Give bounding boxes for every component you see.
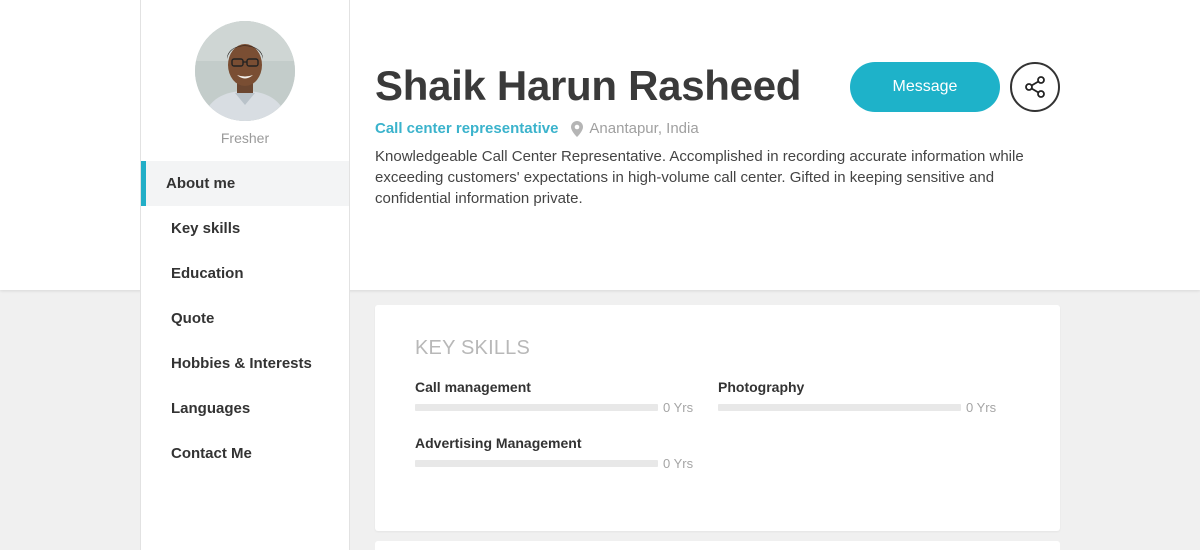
location-text: Anantapur, India [589, 120, 699, 137]
skill-name: Call management [415, 379, 531, 395]
profile-page: Fresher About me Key skills Education Qu… [0, 0, 1200, 550]
skill-name: Advertising Management [415, 435, 582, 451]
skill-name: Photography [718, 379, 805, 395]
sidebar-item-education[interactable]: Education [141, 251, 349, 296]
sidebar: Fresher About me Key skills Education Qu… [140, 0, 350, 550]
key-skills-card: KEY SKILLS Call management 0 Yrs Photogr… [375, 305, 1060, 531]
job-title[interactable]: Call center representative [375, 120, 558, 137]
sidebar-item-about-me[interactable]: About me [141, 161, 349, 206]
role-line: Call center representative Anantapur, In… [375, 120, 699, 137]
avatar [195, 21, 295, 121]
skill-item: Call management 0 Yrs [415, 379, 695, 415]
skill-years: 0 Yrs [663, 456, 694, 471]
skill-years: 0 Yrs [663, 400, 694, 415]
share-button[interactable] [1010, 62, 1060, 112]
skill-item: Photography 0 Yrs [718, 379, 998, 415]
next-section-card [375, 541, 1060, 550]
skill-item: Advertising Management 0 Yrs [415, 435, 695, 471]
skill-years: 0 Yrs [966, 400, 997, 415]
skill-progress-bar [415, 460, 658, 467]
avatar-photo [195, 21, 295, 121]
sidebar-item-hobbies[interactable]: Hobbies & Interests [141, 341, 349, 386]
skill-progress-bar [718, 404, 961, 411]
profile-name: Shaik Harun Rasheed [375, 62, 802, 109]
sidebar-item-quote[interactable]: Quote [141, 296, 349, 341]
location-pin-icon [571, 120, 584, 137]
key-skills-title: KEY SKILLS [415, 337, 531, 359]
message-button[interactable]: Message [850, 62, 1000, 112]
sidebar-item-contact-me[interactable]: Contact Me [141, 431, 349, 476]
experience-status: Fresher [220, 130, 270, 146]
sidebar-item-languages[interactable]: Languages [141, 386, 349, 431]
sidebar-item-key-skills[interactable]: Key skills [141, 206, 349, 251]
share-icon [1025, 76, 1045, 98]
skill-progress-bar [415, 404, 658, 411]
profile-summary: Knowledgeable Call Center Representative… [375, 148, 1024, 207]
sidebar-nav: About me Key skills Education Quote Hobb… [141, 161, 349, 476]
